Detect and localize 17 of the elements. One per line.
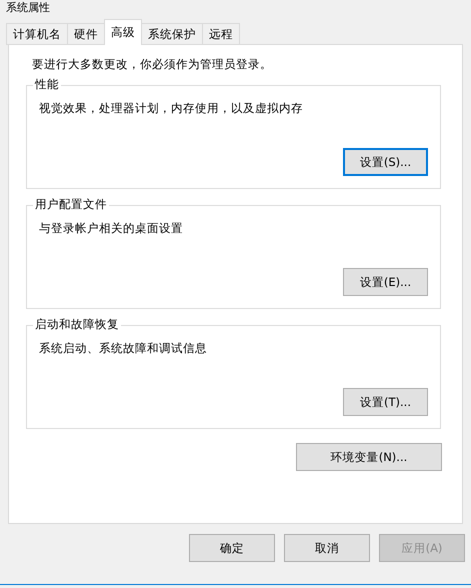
dialog-button[interactable]: 确定 — [189, 534, 275, 562]
group-description: 系统启动、系统故障和调试信息 — [39, 341, 207, 356]
tab[interactable]: 远程 — [202, 23, 240, 45]
admin-notice: 要进行大多数更改，你必须作为管理员登录。 — [32, 57, 273, 72]
group-title: 启动和故障恢复 — [33, 317, 121, 332]
settings-button[interactable]: 设置(E)... — [343, 268, 428, 296]
group-description: 视觉效果，处理器计划，内存使用，以及虚拟内存 — [39, 101, 303, 116]
environment-variables-button[interactable]: 环境变量(N)... — [296, 443, 442, 471]
tab[interactable]: 计算机名 — [6, 23, 68, 45]
group-title: 性能 — [33, 77, 61, 92]
settings-button[interactable]: 设置(S)... — [343, 148, 428, 176]
tab[interactable]: 高级 — [104, 19, 142, 45]
group-title: 用户配置文件 — [33, 197, 109, 212]
window-title: 系统属性 — [5, 0, 50, 15]
dialog-button[interactable]: 取消 — [284, 534, 370, 562]
group-description: 与登录帐户相关的桌面设置 — [39, 221, 183, 236]
settings-button[interactable]: 设置(T)... — [343, 388, 428, 416]
